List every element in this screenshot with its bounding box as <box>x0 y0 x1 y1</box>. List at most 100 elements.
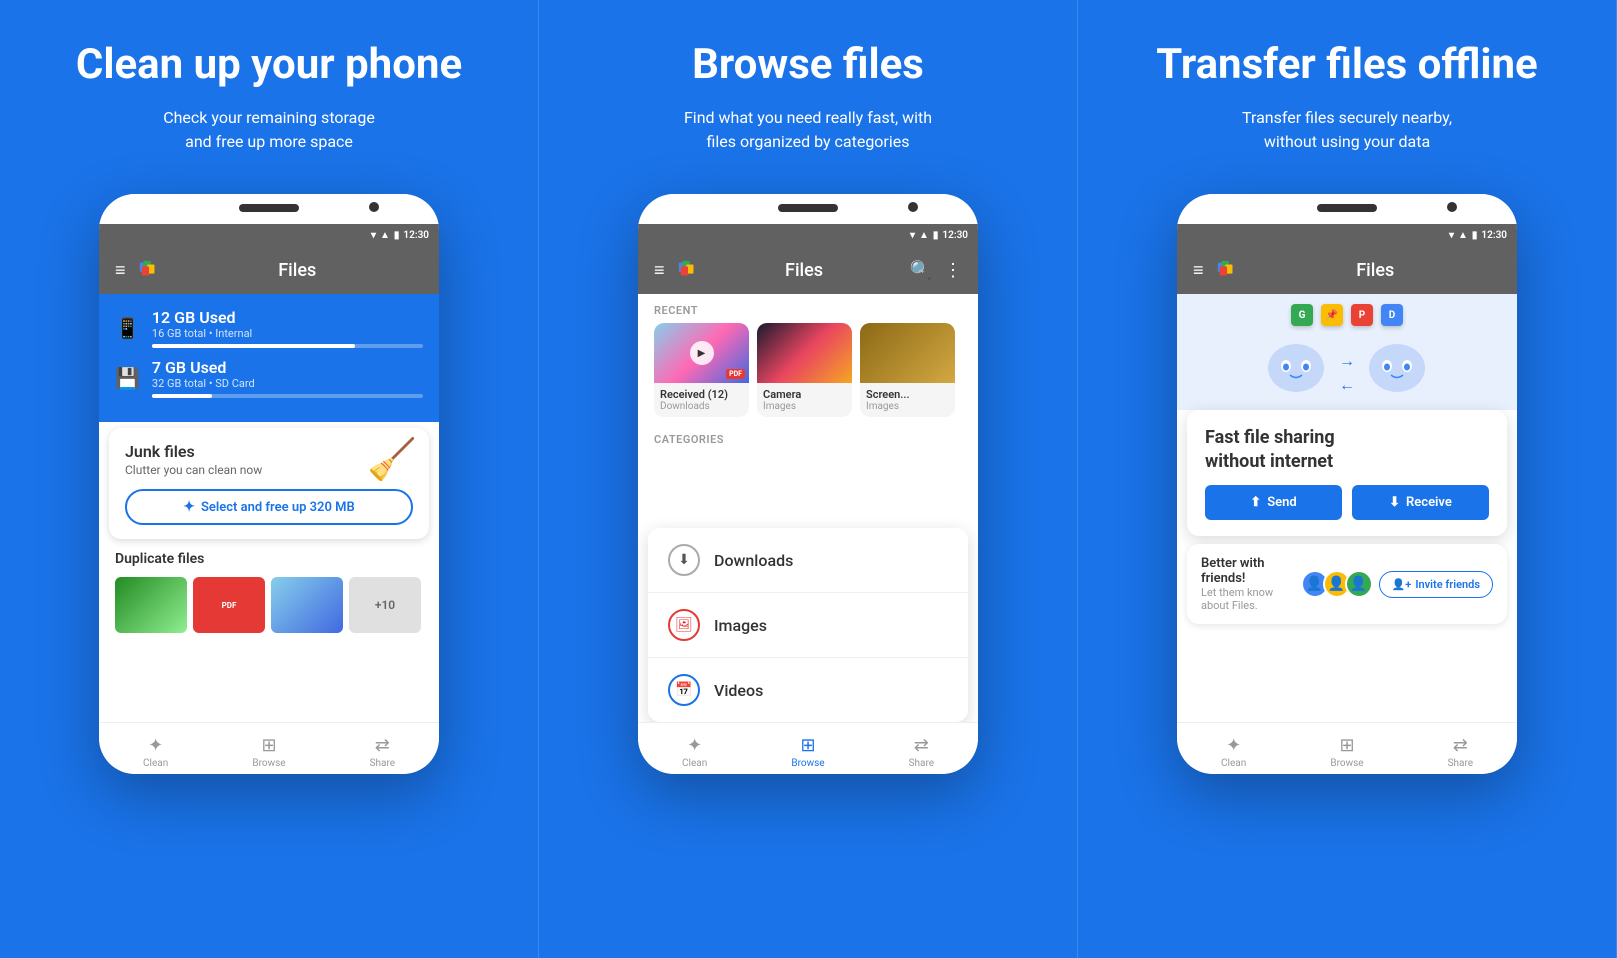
share-nav-label-1: Share <box>370 758 395 769</box>
clean-nav-icon-3: ✦ <box>1226 735 1241 756</box>
categories-card: ⬇ Downloads 🖼 Images 📅 Videos <box>648 528 968 722</box>
status-icons-3: ▾ ▲ ▮ 12:30 <box>1449 230 1507 241</box>
recent-thumb-3 <box>860 323 955 383</box>
nav-share-3[interactable]: ⇄ Share <box>1404 729 1517 769</box>
recent-card-3[interactable]: Screen... Images <box>860 323 955 417</box>
share-nav-icon-1: ⇄ <box>375 735 390 756</box>
nav-browse-3[interactable]: ⊞ Browse <box>1290 729 1403 769</box>
friends-right: 👤 👤 👤 👤+ Invite friends <box>1301 570 1493 598</box>
phone-2-app-bar: ≡ Files 🔍 ⋮ <box>638 246 978 294</box>
phone-3-status-bar: ▾ ▲ ▮ 12:30 <box>1177 224 1517 246</box>
clean-nav-label-1: Clean <box>143 758 168 769</box>
invite-button[interactable]: 👤+ Invite friends <box>1379 571 1493 598</box>
cat-images-label: Images <box>714 616 767 635</box>
recent-type-3: Images <box>866 401 949 412</box>
hamburger-icon[interactable]: ≡ <box>115 260 126 281</box>
app-bar-title-1: Files <box>172 260 423 281</box>
phone-2-speaker <box>778 204 838 212</box>
panel-transfer: Transfer files offline Transfer files se… <box>1078 0 1617 958</box>
nav-share-2[interactable]: ⇄ Share <box>865 729 978 769</box>
nav-browse-2[interactable]: ⊞ Browse <box>751 729 864 769</box>
invite-label: Invite friends <box>1415 578 1480 591</box>
nav-browse-1[interactable]: ⊞ Browse <box>212 729 325 769</box>
recent-name-3: Screen... <box>866 388 949 401</box>
signal-icon: ▲ <box>380 230 390 241</box>
storage-fill-sd <box>152 394 212 398</box>
app-bar-icons-2: 🔍 ⋮ <box>910 260 962 281</box>
panel-1-title: Clean up your phone <box>76 40 462 90</box>
cat-videos[interactable]: 📅 Videos <box>648 658 968 722</box>
sparkle-icon: ✦ <box>183 499 195 515</box>
ghost-right <box>1365 340 1430 395</box>
more-icon-2[interactable]: ⋮ <box>944 260 962 281</box>
app-bar-title-2: Files <box>711 260 898 281</box>
signal-icon-3: ▲ <box>1458 230 1468 241</box>
dup-thumb-1 <box>115 577 187 633</box>
storage-title-sd: 7 GB Used <box>152 358 423 377</box>
duplicate-section: Duplicate files PDF +10 <box>99 539 439 633</box>
send-icon: ⬆ <box>1250 495 1261 510</box>
phone-3-bezel <box>1177 194 1517 224</box>
wifi-icon-2: ▾ <box>910 230 915 241</box>
recent-items: ▶ PDF Received (12) Downloads Camera Ima… <box>638 323 978 427</box>
nav-clean-1[interactable]: ✦ Clean <box>99 729 212 769</box>
app-bar-title-3: Files <box>1250 260 1501 281</box>
time-display-3: 12:30 <box>1481 230 1507 241</box>
friends-info: Better with friends! Let them know about… <box>1201 556 1301 612</box>
phone-2: ▾ ▲ ▮ 12:30 ≡ Files 🔍 ⋮ RECENT <box>638 194 978 774</box>
share-nav-icon-3: ⇄ <box>1453 735 1468 756</box>
nav-clean-3[interactable]: ✦ Clean <box>1177 729 1290 769</box>
share-nav-label-2: Share <box>909 758 934 769</box>
bottom-nav-1: ✦ Clean ⊞ Browse ⇄ Share <box>99 722 439 774</box>
status-icons: ▾ ▲ ▮ 12:30 <box>371 230 429 241</box>
phone-3-speaker <box>1317 204 1377 212</box>
browse-nav-icon-1: ⊞ <box>261 735 276 756</box>
storage-item-internal: 📱 12 GB Used 16 GB total • Internal <box>115 308 423 348</box>
recent-card-1[interactable]: ▶ PDF Received (12) Downloads <box>654 323 749 417</box>
hamburger-icon-2[interactable]: ≡ <box>654 260 665 281</box>
panel-clean: Clean up your phone Check your remaining… <box>0 0 539 958</box>
phone-3-camera <box>1447 202 1457 212</box>
recent-card-2[interactable]: Camera Images <box>757 323 852 417</box>
nav-clean-2[interactable]: ✦ Clean <box>638 729 751 769</box>
recent-name-1: Received (12) <box>660 388 743 401</box>
transfer-card: Fast file sharingwithout internet ⬆ Send… <box>1187 410 1507 536</box>
storage-sub-sd: 32 GB total • SD Card <box>152 377 423 390</box>
sd-storage-icon: 💾 <box>115 366 140 390</box>
browse-nav-label-3: Browse <box>1330 758 1363 769</box>
videos-icon: 📅 <box>668 674 700 706</box>
phone-1-camera <box>369 202 379 212</box>
images-icon: 🖼 <box>668 609 700 641</box>
search-icon-2[interactable]: 🔍 <box>910 260 932 281</box>
select-free-button[interactable]: ✦ Select and free up 320 MB <box>125 489 413 525</box>
phone-3-app-bar: ≡ Files <box>1177 246 1517 294</box>
cat-downloads[interactable]: ⬇ Downloads <box>648 528 968 593</box>
transfer-arrows: → ← <box>1339 351 1355 395</box>
cat-videos-label: Videos <box>714 681 763 700</box>
recent-info-1: Received (12) Downloads <box>654 383 749 417</box>
panel-1-subtitle: Check your remaining storageand free up … <box>163 106 375 154</box>
friends-sub: Let them know about Files. <box>1201 586 1301 612</box>
browse-nav-label-2: Browse <box>791 758 824 769</box>
float-icon-keep: 📌 <box>1321 304 1343 326</box>
files-logo-2 <box>677 259 699 281</box>
recent-type-1: Downloads <box>660 401 743 412</box>
storage-sub-internal: 16 GB total • Internal <box>152 327 423 340</box>
duplicate-images: PDF +10 <box>115 577 423 633</box>
wifi-icon: ▾ <box>371 230 376 241</box>
invite-icon: 👤+ <box>1392 578 1412 591</box>
send-button[interactable]: ⬆ Send <box>1205 485 1342 520</box>
share-nav-label-3: Share <box>1448 758 1473 769</box>
recent-label: RECENT <box>638 294 978 323</box>
phone-1-app-bar: ≡ Files <box>99 246 439 294</box>
nav-share-1[interactable]: ⇄ Share <box>326 729 439 769</box>
storage-fill-internal <box>152 344 355 348</box>
cat-images[interactable]: 🖼 Images <box>648 593 968 658</box>
receive-button[interactable]: ⬇ Receive <box>1352 485 1489 520</box>
hamburger-icon-3[interactable]: ≡ <box>1193 260 1204 281</box>
signal-icon-2: ▲ <box>919 230 929 241</box>
float-icon-docs: D <box>1381 304 1403 326</box>
phone-1-speaker <box>239 204 299 212</box>
battery-icon-2: ▮ <box>933 230 939 241</box>
status-icons-2: ▾ ▲ ▮ 12:30 <box>910 230 968 241</box>
